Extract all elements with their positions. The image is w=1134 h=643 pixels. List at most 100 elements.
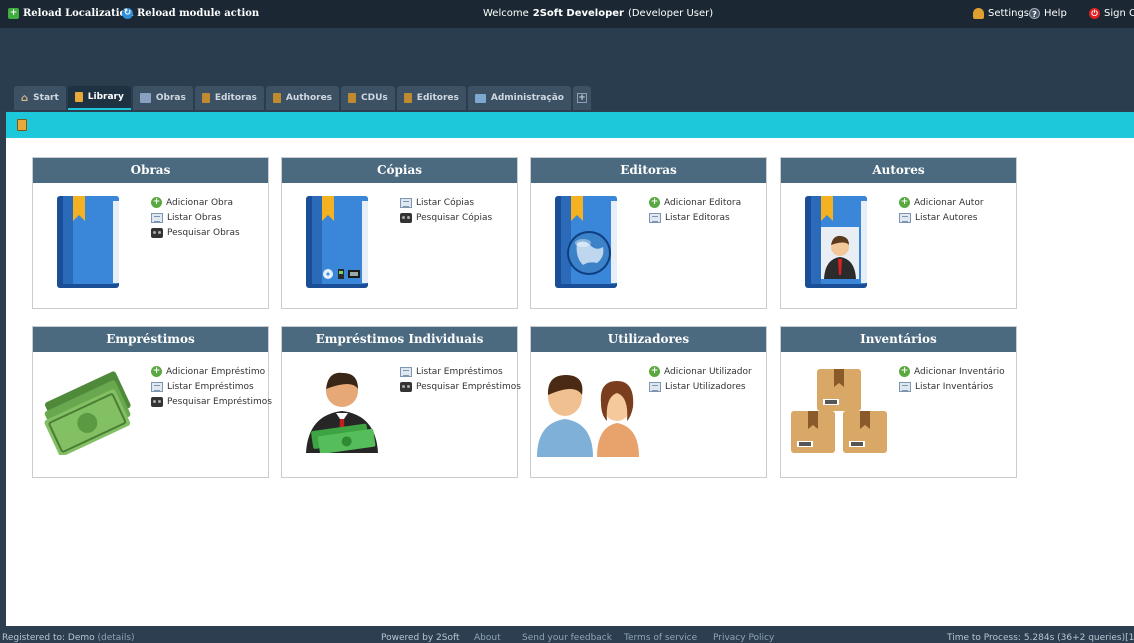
help-icon: ? xyxy=(1029,8,1040,19)
reload-localization-button[interactable]: + Reload Localization xyxy=(8,8,133,19)
details-link[interactable]: (details) xyxy=(98,633,135,643)
adicionar-obra-link[interactable]: + Adicionar Obra xyxy=(151,195,240,210)
search-icon xyxy=(151,227,163,238)
businessman-money-icon xyxy=(306,372,378,453)
book-person-icon xyxy=(805,196,867,288)
tab-cdus-label: CDUs xyxy=(361,93,388,103)
panel-title: Utilizadores xyxy=(531,327,766,352)
monitor-icon xyxy=(474,93,486,103)
pesquisar-emprestimos-link[interactable]: Pesquisar Empréstimos xyxy=(151,394,272,409)
book-icon xyxy=(201,93,210,103)
panel-links: + Adicionar Editora Listar Editoras xyxy=(649,195,741,225)
book-globe-icon xyxy=(555,196,617,288)
panel-title: Editoras xyxy=(531,158,766,183)
welcome-message: Welcome 2Soft Developer (Developer User) xyxy=(483,8,713,19)
book-icon[interactable] xyxy=(17,119,27,131)
pesquisar-copias-link[interactable]: Pesquisar Cópias xyxy=(400,210,492,225)
adicionar-editora-link[interactable]: + Adicionar Editora xyxy=(649,195,741,210)
link-label: Adicionar Empréstimo xyxy=(166,366,266,377)
link-label: Listar Inventários xyxy=(915,381,994,392)
sign-out-label: Sign Ou xyxy=(1104,8,1134,19)
panel-title: Empréstimos xyxy=(33,327,268,352)
tab-library[interactable]: Library xyxy=(67,86,131,110)
listar-utilizadores-link[interactable]: Listar Utilizadores xyxy=(649,379,752,394)
list-icon xyxy=(649,212,661,223)
add-icon: + xyxy=(151,197,162,208)
listar-editoras-link[interactable]: Listar Editoras xyxy=(649,210,741,225)
tab-administracao[interactable]: Administração xyxy=(467,86,571,110)
settings-link[interactable]: Settings xyxy=(973,8,1029,19)
panel-utilizadores: Utilizadores + Adicionar Utilizador Lista… xyxy=(530,326,767,478)
terms-link[interactable]: Terms of service xyxy=(624,633,697,643)
panel-emprestimos-individuais: Empréstimos Individuais Listar Empréstim… xyxy=(281,326,521,478)
tab-cdus[interactable]: CDUs xyxy=(341,86,395,110)
panel-title: Inventários xyxy=(781,327,1016,352)
panel-autores: Autores + Adicionar Autor Listar Autores xyxy=(780,157,1017,309)
link-label: Listar Editoras xyxy=(665,212,730,223)
sign-out-link[interactable]: ⏻ Sign Ou xyxy=(1089,8,1134,19)
panel-obras: Obras + Adicionar Obra Listar Obras Pesqu… xyxy=(32,157,269,309)
listar-copias-link[interactable]: Listar Cópias xyxy=(400,195,492,210)
add-icon: + xyxy=(649,197,660,208)
list-icon xyxy=(400,366,412,377)
adicionar-autor-link[interactable]: + Adicionar Autor xyxy=(899,195,984,210)
listar-emprestimos-link[interactable]: Listar Empréstimos xyxy=(151,379,272,394)
panel-links: + Adicionar Utilizador Listar Utilizadore… xyxy=(649,364,752,394)
panel-inventarios: Inventários + Adicionar Inventário Lista… xyxy=(780,326,1017,478)
registered-text: Registered to: Demo (details) xyxy=(2,633,135,643)
listar-emprestimos-individuais-link[interactable]: Listar Empréstimos xyxy=(400,364,521,379)
plus-icon: + xyxy=(576,93,587,103)
help-link[interactable]: ? Help xyxy=(1029,8,1067,19)
panel-title: Cópias xyxy=(282,158,517,183)
link-label: Pesquisar Empréstimos xyxy=(167,396,272,407)
welcome-role: (Developer User) xyxy=(627,8,714,19)
panel-title: Empréstimos Individuais xyxy=(282,327,517,352)
add-tab-button[interactable]: + xyxy=(572,86,591,110)
adicionar-utilizador-link[interactable]: + Adicionar Utilizador xyxy=(649,364,752,379)
link-label: Adicionar Obra xyxy=(166,197,233,208)
refresh-icon: ↻ xyxy=(122,8,133,19)
book-media-icon xyxy=(306,196,368,288)
listar-obras-link[interactable]: Listar Obras xyxy=(151,210,240,225)
tab-obras[interactable]: Obras xyxy=(132,86,193,110)
panel-links: + Adicionar Inventário Listar Inventários xyxy=(899,364,1005,394)
adicionar-inventario-link[interactable]: + Adicionar Inventário xyxy=(899,364,1005,379)
listar-autores-link[interactable]: Listar Autores xyxy=(899,210,984,225)
tab-editores[interactable]: Editores xyxy=(396,86,466,110)
add-icon: + xyxy=(8,8,19,19)
pesquisar-obras-link[interactable]: Pesquisar Obras xyxy=(151,225,240,240)
tab-start[interactable]: ⌂ Start xyxy=(14,86,66,110)
book-icon xyxy=(403,93,412,103)
list-icon xyxy=(899,212,911,223)
link-label: Listar Autores xyxy=(915,212,978,223)
tab-library-label: Library xyxy=(87,92,124,102)
privacy-link[interactable]: Privacy Policy xyxy=(713,633,774,643)
tab-editoras[interactable]: Editoras xyxy=(194,86,264,110)
adicionar-emprestimo-link[interactable]: + Adicionar Empréstimo xyxy=(151,364,272,379)
link-label: Listar Cópias xyxy=(416,197,475,208)
link-label: Adicionar Inventário xyxy=(914,366,1005,377)
list-icon xyxy=(649,381,661,392)
about-link[interactable]: About xyxy=(474,633,501,643)
tab-authores[interactable]: Authores xyxy=(265,86,340,110)
panel-links: Listar Empréstimos Pesquisar Empréstimos xyxy=(400,364,521,394)
top-bar: + Reload Localization ↻ Reload module ac… xyxy=(0,0,1134,28)
help-label: Help xyxy=(1044,8,1067,19)
list-icon xyxy=(151,212,163,223)
tab-authores-label: Authores xyxy=(285,93,333,103)
add-icon: + xyxy=(649,366,660,377)
books-icon xyxy=(139,93,151,103)
book-icon xyxy=(74,92,83,102)
powered-by-link[interactable]: Powered by 2Soft xyxy=(381,633,460,643)
search-icon xyxy=(151,396,163,407)
book-icon xyxy=(272,93,281,103)
welcome-prefix: Welcome xyxy=(483,8,529,19)
registered-label: Registered to: Demo xyxy=(2,633,95,643)
book-icon xyxy=(57,196,119,288)
listar-inventarios-link[interactable]: Listar Inventários xyxy=(899,379,1005,394)
pesquisar-emprestimos-individuais-link[interactable]: Pesquisar Empréstimos xyxy=(400,379,521,394)
users-icon xyxy=(537,375,639,457)
reload-module-action-button[interactable]: ↻ Reload module action xyxy=(122,8,259,19)
feedback-link[interactable]: Send your feedback xyxy=(522,633,612,643)
panel-links: + Adicionar Autor Listar Autores xyxy=(899,195,984,225)
